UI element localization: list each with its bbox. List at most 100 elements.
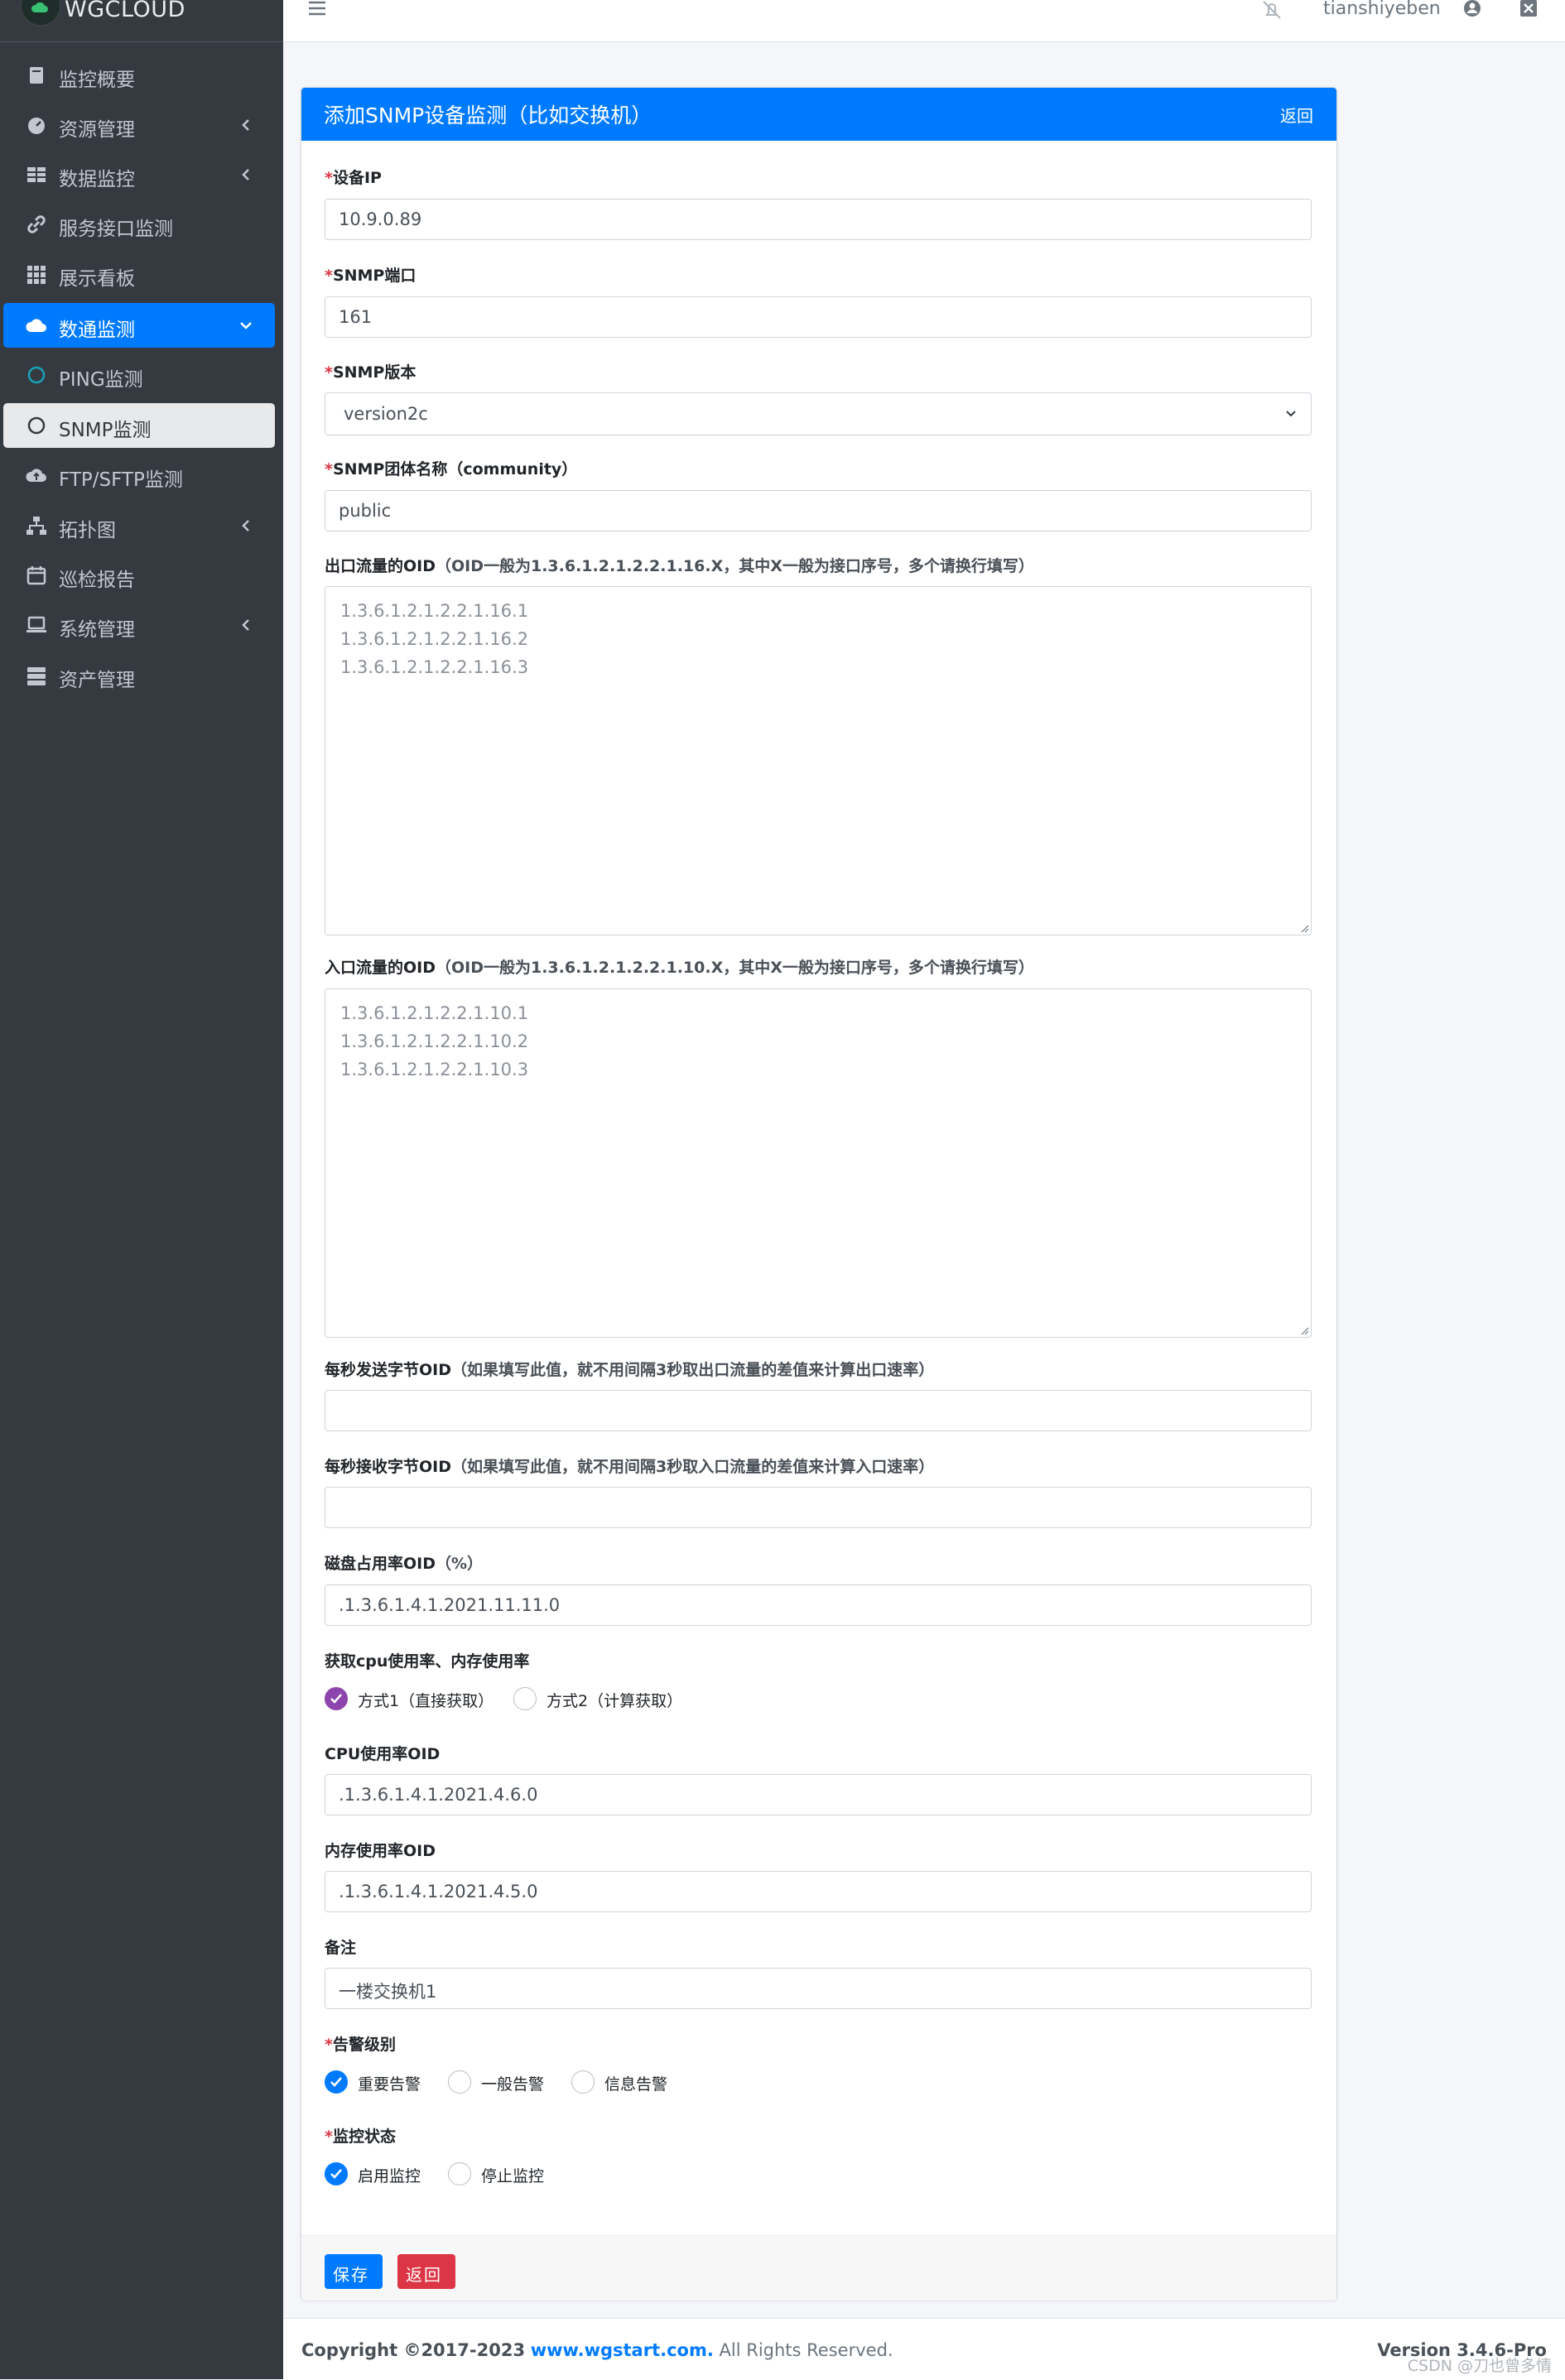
send-bytes-oid-input[interactable] — [325, 1390, 1312, 1431]
site-link[interactable]: www.wgstart.com. — [531, 2340, 714, 2360]
remark-input[interactable]: 一楼交换机1 — [325, 1968, 1312, 2009]
radio-unchecked-icon — [571, 2070, 595, 2094]
in-oid-line: 1.3.6.1.2.1.2.2.1.10.1 — [340, 1003, 529, 1023]
chevron-down-icon — [1286, 411, 1296, 417]
user-circle-icon[interactable] — [1462, 0, 1482, 18]
sitemap-icon — [26, 517, 46, 535]
top-navbar: tianshiyeben — [283, 0, 1565, 42]
resize-grip-icon[interactable] — [1299, 1325, 1309, 1335]
grid-icon — [27, 266, 46, 284]
copyright: Copyright ©2017-2023 www.wgstart.com. Al… — [301, 2340, 893, 2360]
chevron-left-icon — [242, 520, 249, 531]
disk-oid-label: 磁盘占用率OID（%） — [325, 1555, 484, 1573]
recv-bytes-oid-label: 每秒接收字节OID（如果填写此值，就不用间隔3秒取入口流量的差值来计算入口速率） — [325, 1458, 935, 1476]
out-oid-line: 1.3.6.1.2.1.2.2.1.16.1 — [340, 601, 529, 621]
sidebar-item-service-api[interactable]: 服务接口监测 — [3, 202, 275, 247]
sidebar-item-system[interactable]: 系统管理 — [3, 603, 275, 647]
brand-name: WGCLOUD — [65, 0, 185, 22]
dashboard-icon — [28, 118, 45, 134]
calendar-icon — [26, 566, 46, 585]
snmp-form-card: 添加SNMP设备监测（比如交换机） 返回 *设备IP 10.9.0.89 *SN… — [301, 88, 1336, 2301]
radio-checked-icon — [325, 2070, 348, 2094]
page-footer: Copyright ©2017-2023 www.wgstart.com. Al… — [283, 2318, 1565, 2380]
in-oid-label: 入口流量的OID（OID一般为1.3.6.1.2.1.2.2.1.10.X，其中… — [325, 959, 1034, 977]
chevron-left-icon — [242, 169, 249, 180]
cloud-icon — [26, 319, 46, 332]
radio-unchecked-icon — [448, 2162, 471, 2185]
card-header: 添加SNMP设备监测（比如交换机） 返回 — [301, 88, 1336, 141]
monitor-status-label: *监控状态 — [325, 2128, 396, 2146]
recv-bytes-oid-input[interactable] — [325, 1487, 1312, 1528]
radio-monitor-stop[interactable]: 停止监控 — [448, 2162, 564, 2189]
radio-monitor-enable[interactable]: 启用监控 — [325, 2162, 441, 2189]
sidebar: WGCLOUD 监控概要 资源管理 数据监控 服务接口监测 展示看板 数通监测 — [0, 0, 283, 2379]
snmp-version-label: *SNMP版本 — [325, 363, 417, 382]
sidebar-item-assets[interactable]: 资产管理 — [3, 653, 275, 698]
community-label: *SNMP团体名称（community） — [325, 460, 578, 478]
snmp-port-input[interactable]: 161 — [325, 296, 1312, 338]
radio-unchecked-icon — [513, 1687, 537, 1710]
in-oid-line: 1.3.6.1.2.1.2.2.1.10.2 — [340, 1031, 529, 1051]
bell-slash-icon[interactable] — [1260, 0, 1283, 20]
sidebar-item-topology[interactable]: 拓扑图 — [3, 503, 275, 548]
chevron-left-icon — [242, 619, 249, 631]
radio-mode-direct[interactable]: 方式1（直接获取） — [325, 1687, 507, 1714]
device-ip-input[interactable]: 10.9.0.89 — [325, 199, 1312, 240]
radio-alarm-info[interactable]: 信息告警 — [571, 2070, 687, 2097]
link-icon — [27, 215, 46, 233]
mem-oid-input[interactable]: .1.3.6.1.4.1.2021.4.5.0 — [325, 1871, 1312, 1912]
sidebar-item-dashboard-board[interactable]: 展示看板 — [3, 252, 275, 296]
sidebar-item-ping[interactable]: PING监测 — [3, 353, 275, 397]
radio-unchecked-icon — [448, 2070, 471, 2094]
circle-icon — [27, 416, 46, 435]
circle-icon — [27, 366, 46, 384]
radio-alarm-important[interactable]: 重要告警 — [325, 2070, 441, 2097]
radio-alarm-normal[interactable]: 一般告警 — [448, 2070, 564, 2097]
snmp-version-value: version2c — [344, 404, 428, 424]
radio-checked-icon — [325, 1687, 348, 1710]
remark-label: 备注 — [325, 1939, 357, 1957]
out-oid-line: 1.3.6.1.2.1.2.2.1.16.3 — [340, 657, 529, 677]
chevron-left-icon — [242, 119, 249, 131]
hamburger-menu-icon[interactable] — [308, 0, 326, 17]
back-link[interactable]: 返回 — [1280, 103, 1313, 127]
sidebar-item-resources[interactable]: 资源管理 — [3, 103, 275, 147]
snmp-version-select[interactable]: version2c — [325, 392, 1312, 435]
sidebar-item-overview[interactable]: 监控概要 — [3, 53, 275, 98]
sidebar-item-report[interactable]: 巡检报告 — [3, 553, 275, 598]
server-icon — [27, 667, 46, 685]
watermark: CSDN @刀也曾多情 — [1407, 2357, 1552, 2375]
username[interactable]: tianshiyeben — [1323, 0, 1441, 19]
out-oid-line: 1.3.6.1.2.1.2.2.1.16.2 — [340, 629, 529, 649]
in-oid-line: 1.3.6.1.2.1.2.2.1.10.3 — [340, 1060, 529, 1079]
radio-checked-icon — [325, 2162, 348, 2185]
device-ip-label: *设备IP — [325, 169, 382, 187]
disk-oid-input[interactable]: .1.3.6.1.4.1.2021.11.11.0 — [325, 1584, 1312, 1626]
close-icon[interactable] — [1519, 0, 1539, 18]
cpu-mem-mode-label: 获取cpu使用率、内存使用率 — [325, 1652, 530, 1671]
cpu-oid-label: CPU使用率OID — [325, 1745, 441, 1763]
save-button[interactable]: 保存 — [325, 2254, 383, 2289]
brand-logo-icon — [20, 0, 61, 26]
out-oid-label: 出口流量的OID（OID一般为1.3.6.1.2.1.2.2.1.16.X，其中… — [325, 557, 1034, 575]
card-title: 添加SNMP设备监测（比如交换机） — [324, 103, 652, 127]
sidebar-item-snmp[interactable]: SNMP监测 — [3, 403, 275, 448]
laptop-icon — [26, 616, 46, 632]
chevron-down-icon — [240, 322, 252, 329]
sidebar-item-ftp[interactable]: FTP/SFTP监测 — [3, 453, 275, 498]
sidebar-item-data-monitor[interactable]: 数据监控 — [3, 152, 275, 197]
cpu-oid-input[interactable]: .1.3.6.1.4.1.2021.4.6.0 — [325, 1774, 1312, 1815]
cloud-upload-icon — [26, 469, 46, 482]
out-oid-textarea[interactable]: 1.3.6.1.2.1.2.2.1.16.1 1.3.6.1.2.1.2.2.1… — [325, 586, 1312, 935]
back-button[interactable]: 返回 — [397, 2254, 455, 2289]
book-icon — [30, 67, 43, 84]
resize-grip-icon[interactable] — [1299, 923, 1309, 933]
alarm-level-label: *告警级别 — [325, 2036, 396, 2054]
community-input[interactable]: public — [325, 490, 1312, 531]
brand[interactable]: WGCLOUD — [0, 0, 283, 42]
radio-mode-calc[interactable]: 方式2（计算获取） — [513, 1687, 696, 1714]
snmp-port-label: *SNMP端口 — [325, 267, 417, 285]
card-footer: 保存 返回 — [301, 2235, 1336, 2301]
sidebar-item-network-monitor[interactable]: 数通监测 — [3, 303, 275, 348]
in-oid-textarea[interactable]: 1.3.6.1.2.1.2.2.1.10.1 1.3.6.1.2.1.2.2.1… — [325, 988, 1312, 1338]
